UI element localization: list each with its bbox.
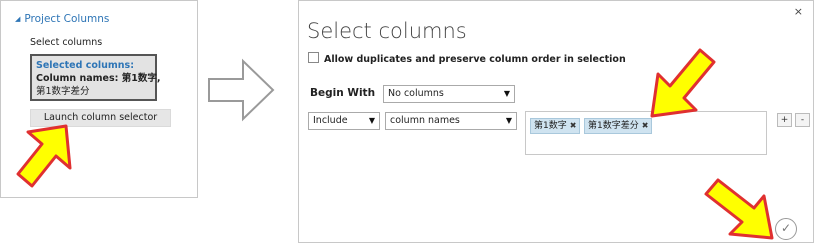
rule-type-value: column names: [390, 115, 460, 126]
rule-type-select[interactable]: column names ▼: [385, 112, 517, 130]
ok-check-icon[interactable]: ✓: [775, 218, 797, 240]
column-tag-label: 第1数字差分: [588, 121, 639, 131]
remove-rule-button[interactable]: -: [795, 113, 810, 127]
project-columns-header[interactable]: ◢ Project Columns: [15, 13, 109, 25]
selected-columns-title: Selected columns:: [36, 60, 135, 71]
chevron-down-icon: ▼: [505, 116, 512, 125]
allow-duplicates-row[interactable]: Allow duplicates and preserve column ord…: [308, 52, 626, 65]
arrow-to-launch-button-icon: [16, 124, 72, 188]
column-tag[interactable]: 第1数字 ✖: [530, 118, 581, 134]
dialog-title: Select columns: [307, 19, 467, 43]
allow-duplicates-checkbox[interactable]: [308, 52, 319, 63]
collapse-triangle-icon[interactable]: ◢: [15, 15, 20, 23]
chevron-down-icon: ▼: [503, 89, 510, 98]
select-columns-label: Select columns: [30, 37, 103, 48]
remove-tag-icon[interactable]: ✖: [570, 121, 577, 130]
right-arrow-icon: [208, 58, 275, 122]
begin-with-value: No columns: [388, 88, 444, 99]
chevron-down-icon: ▼: [368, 116, 375, 125]
add-rule-button[interactable]: +: [777, 113, 792, 127]
column-names-continued: 第1数字差分: [36, 86, 90, 97]
include-select[interactable]: Include ▼: [308, 112, 380, 130]
close-icon[interactable]: ×: [794, 5, 803, 18]
begin-with-label: Begin With: [310, 87, 376, 99]
begin-with-select[interactable]: No columns ▼: [383, 85, 515, 103]
project-columns-title: Project Columns: [24, 13, 110, 25]
arrow-to-ok-icon: [704, 178, 774, 240]
include-value: Include: [313, 115, 348, 126]
selected-columns-summary: Selected columns: Column names: 第1数字, 第1…: [30, 54, 161, 101]
column-names-text: Column names: 第1数字,: [36, 73, 161, 84]
column-tag-label: 第1数字: [534, 121, 567, 131]
arrow-to-tags-icon: [650, 48, 716, 118]
allow-duplicates-label: Allow duplicates and preserve column ord…: [324, 54, 626, 65]
